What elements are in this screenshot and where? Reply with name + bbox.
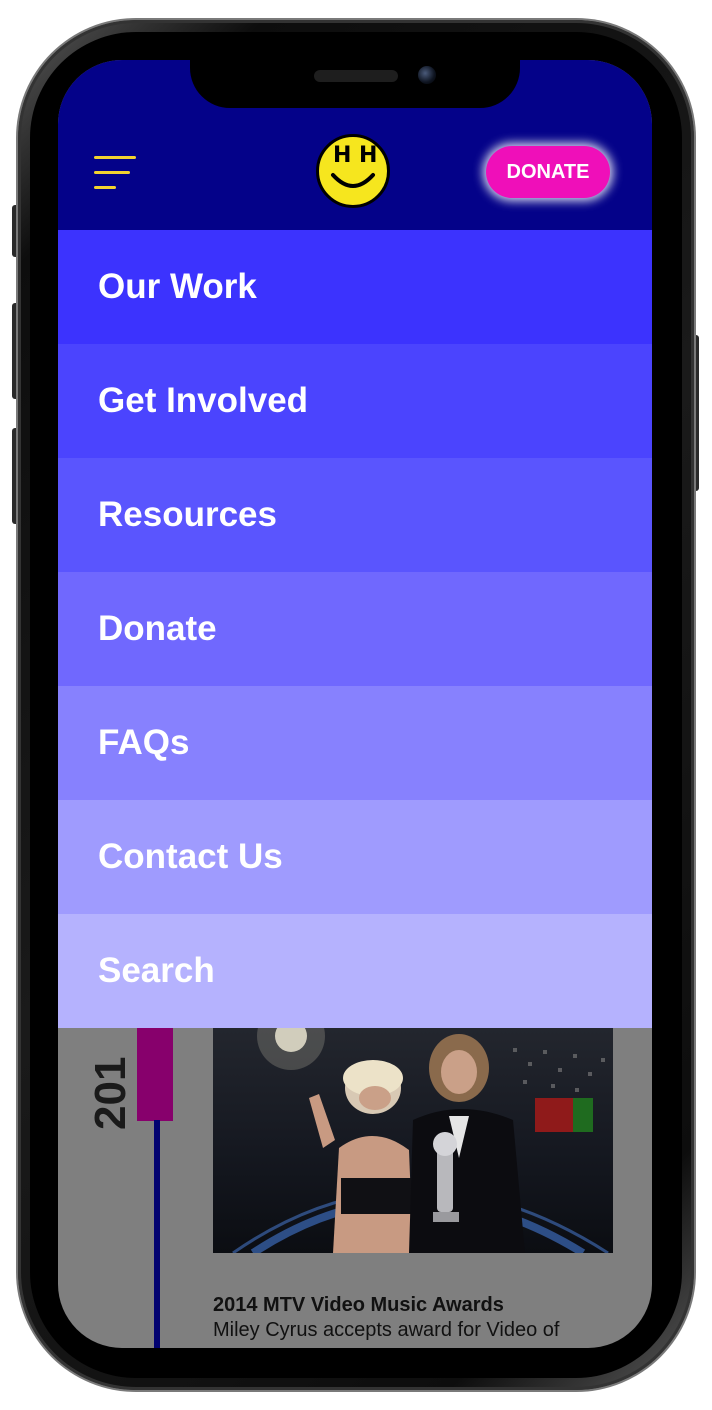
- timeline-line: [154, 1120, 160, 1348]
- happy-hippie-logo[interactable]: H H: [316, 134, 390, 208]
- menu-item-search[interactable]: Search: [58, 914, 652, 1028]
- speaker-grille: [314, 70, 398, 82]
- donate-button[interactable]: DONATE: [486, 146, 610, 198]
- menu-item-our-work[interactable]: Our Work: [58, 230, 652, 344]
- menu-item-resources[interactable]: Resources: [58, 458, 652, 572]
- caption-body: Miley Cyrus accepts award for Video of: [213, 1319, 560, 1341]
- timeline-year: 201: [86, 1056, 135, 1130]
- front-camera-icon: [418, 66, 436, 84]
- menu-item-faqs[interactable]: FAQs: [58, 686, 652, 800]
- caption-title: 2014 MTV Video Music Awards: [213, 1294, 504, 1316]
- main-menu: Our Work Get Involved Resources Donate F…: [58, 230, 652, 1028]
- phone-notch: [190, 60, 520, 108]
- phone-screen: H H DONATE 201 2014 MTV Video Music Awar…: [58, 60, 652, 1348]
- menu-item-contact-us[interactable]: Contact Us: [58, 800, 652, 914]
- timeline-marker: [137, 1028, 173, 1121]
- smile-icon: [331, 173, 375, 188]
- vma-award-photo[interactable]: [213, 1028, 613, 1253]
- menu-item-donate[interactable]: Donate: [58, 572, 652, 686]
- menu-item-get-involved[interactable]: Get Involved: [58, 344, 652, 458]
- hamburger-menu-icon[interactable]: [94, 153, 138, 193]
- photo-scene: [232, 1028, 609, 1253]
